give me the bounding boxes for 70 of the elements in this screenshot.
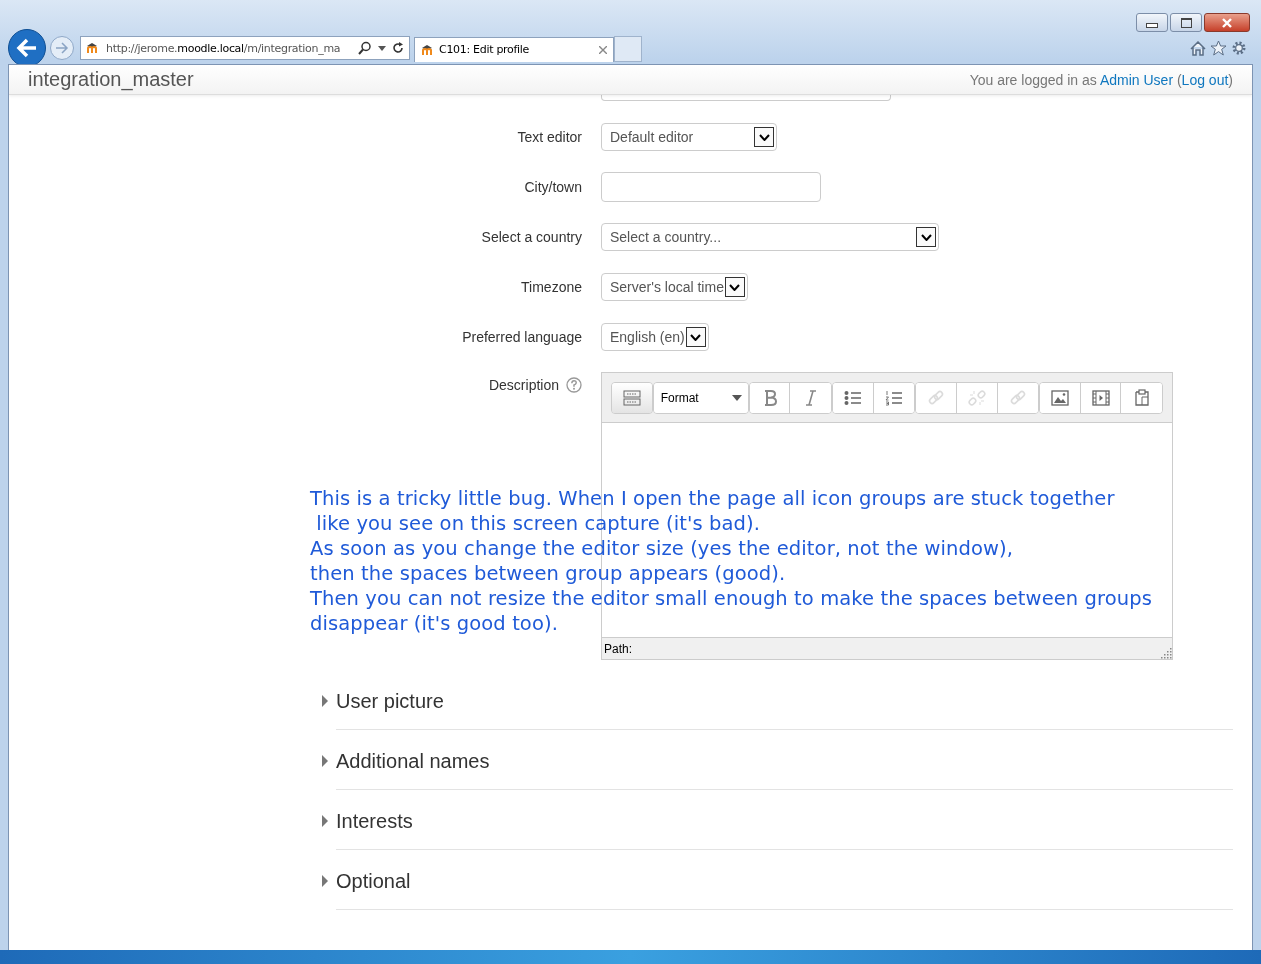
section-heading[interactable]: Additional names: [336, 749, 490, 773]
select-field[interactable]: English (en): [601, 323, 709, 351]
text-field[interactable]: [601, 172, 821, 202]
film-icon: [1091, 389, 1110, 406]
numbered-list-icon: [884, 389, 903, 406]
section-heading[interactable]: Interests: [336, 809, 413, 833]
moodle-logo-icon: [86, 43, 100, 53]
select-field[interactable]: Server's local time: [601, 273, 748, 301]
field-label: Timezone: [521, 279, 582, 295]
url-text: http://jerome.moodle.local/m/integration_ma: [106, 41, 342, 55]
field-label: Select a country: [481, 229, 582, 245]
caret-icon: [731, 394, 742, 401]
resize-handle-icon[interactable]: [1160, 647, 1172, 659]
annotation-text: As soon as you change the editor size (yes the editor, not the window),: [310, 536, 1015, 561]
back-button[interactable]: [8, 29, 46, 67]
expand-arrow-icon[interactable]: [322, 875, 328, 887]
section-heading[interactable]: User picture: [336, 689, 444, 713]
expand-arrow-icon[interactable]: [322, 755, 328, 767]
minimize-button[interactable]: [1136, 13, 1168, 32]
login-info: You are logged in as Admin User (Log out): [969, 71, 1233, 88]
link-icon: [1008, 388, 1027, 407]
field-label: City/town: [524, 179, 582, 195]
italic-icon: [803, 388, 818, 407]
search-icon[interactable]: [358, 41, 372, 55]
field-label: Description: [488, 377, 559, 393]
expand-arrow-icon[interactable]: [322, 695, 328, 707]
star-icon[interactable]: [1210, 40, 1227, 56]
bullet-list-button[interactable]: [833, 382, 874, 413]
maximize-button[interactable]: [1170, 13, 1202, 32]
login-link[interactable]: Log out: [1181, 71, 1229, 88]
bold-button[interactable]: [749, 382, 791, 413]
annotation-text: then the spaces between group appears (good).: [310, 561, 787, 586]
tab-title: C101: Edit profile: [439, 43, 531, 56]
settings-icon[interactable]: [1231, 40, 1247, 56]
annotation-text: like you see on this screen capture (it's bad).: [315, 511, 762, 536]
path-label: Path:: [604, 641, 633, 656]
forward-button[interactable]: [50, 36, 74, 60]
annotation-text: This is a tricky little bug. When I open the page all icon groups are stuck together: [310, 486, 1116, 511]
site-name[interactable]: integration_master: [28, 68, 194, 91]
address-bar[interactable]: http://jerome.moodle.local/m/integration_ma: [80, 36, 410, 60]
field-label: Preferred language: [462, 329, 582, 345]
section-heading[interactable]: Optional: [336, 869, 411, 893]
close-icon: [1221, 17, 1233, 28]
select-field[interactable]: [601, 95, 891, 101]
moodle-logo-icon: [421, 44, 435, 55]
select-field[interactable]: Default editor: [601, 123, 777, 151]
login-link[interactable]: Admin User: [1099, 71, 1174, 88]
home-icon[interactable]: [1190, 40, 1206, 56]
expand-arrow-icon[interactable]: [322, 815, 328, 827]
help-icon[interactable]: [566, 377, 582, 393]
link-icon: [927, 388, 946, 407]
annotation-text: disappear (it's good too).: [310, 611, 559, 636]
image-button[interactable]: [1040, 382, 1081, 413]
bullet-list-icon: [843, 389, 862, 406]
refresh-icon[interactable]: [392, 42, 404, 54]
back-arrow-icon: [15, 38, 39, 58]
close-button[interactable]: [1204, 13, 1250, 32]
broken-link-icon: [967, 388, 986, 407]
browser-tab[interactable]: C101: Edit profile: [414, 36, 614, 62]
select-field[interactable]: Select a country...: [601, 223, 939, 251]
format-dropdown[interactable]: Format: [653, 382, 748, 413]
dropdown-caret-icon[interactable]: [378, 45, 386, 51]
image-icon: [1050, 389, 1069, 406]
clipboard-icon: [1133, 389, 1150, 406]
close-tab-icon[interactable]: [599, 45, 607, 54]
forward-arrow-icon: [55, 42, 69, 54]
annotation-text: Then you can not resize the editor small enough to make the spaces between groups: [310, 586, 1152, 611]
toolbar-toggle-button[interactable]: [612, 382, 652, 413]
toolbar-toggle-icon: [622, 389, 641, 406]
field-label: Text editor: [517, 129, 582, 145]
